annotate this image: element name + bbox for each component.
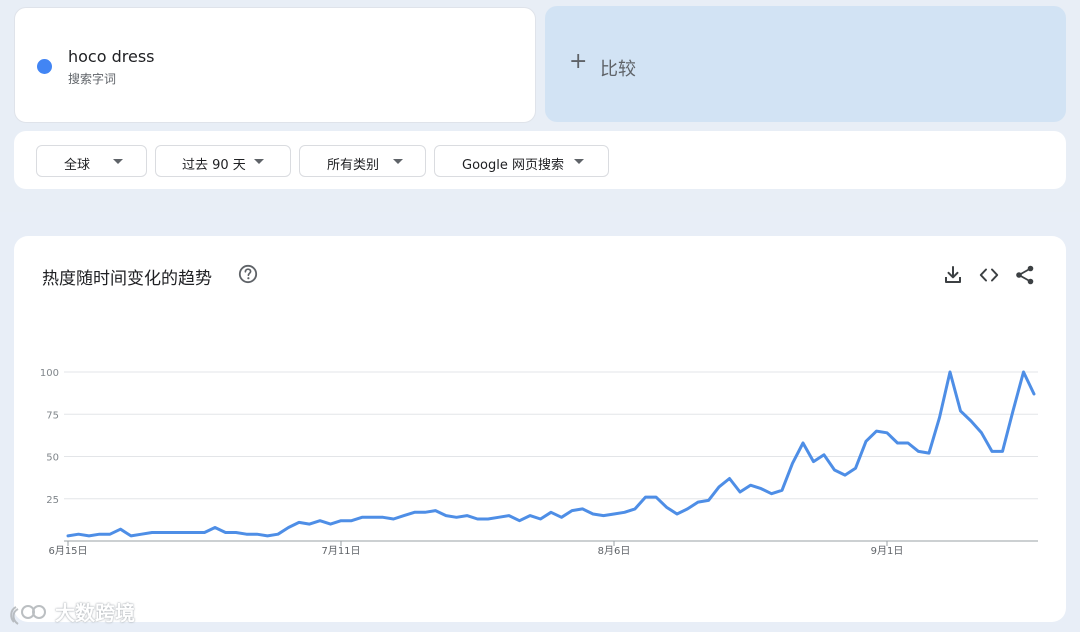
y-tick-label: 75 <box>46 410 59 421</box>
y-tick-label: 50 <box>46 453 59 464</box>
x-tick-label: 9月1日 <box>871 545 904 557</box>
x-tick-label: 8月6日 <box>598 545 631 557</box>
watermark-text: 大数跨境 <box>54 601 135 625</box>
watermark: 大数跨境 <box>8 597 135 627</box>
y-tick-label: 25 <box>46 495 59 506</box>
trend-chart: 25 50 75 100 6月15日 7月11日 8月6日 9月1日 <box>40 368 1038 557</box>
series-line-hoco-dress <box>66 370 1036 538</box>
y-tick-label: 100 <box>40 368 59 379</box>
x-tick-label: 6月15日 <box>48 545 87 557</box>
watermark-logo-icon <box>10 604 46 625</box>
x-tick-label: 7月11日 <box>321 545 360 557</box>
